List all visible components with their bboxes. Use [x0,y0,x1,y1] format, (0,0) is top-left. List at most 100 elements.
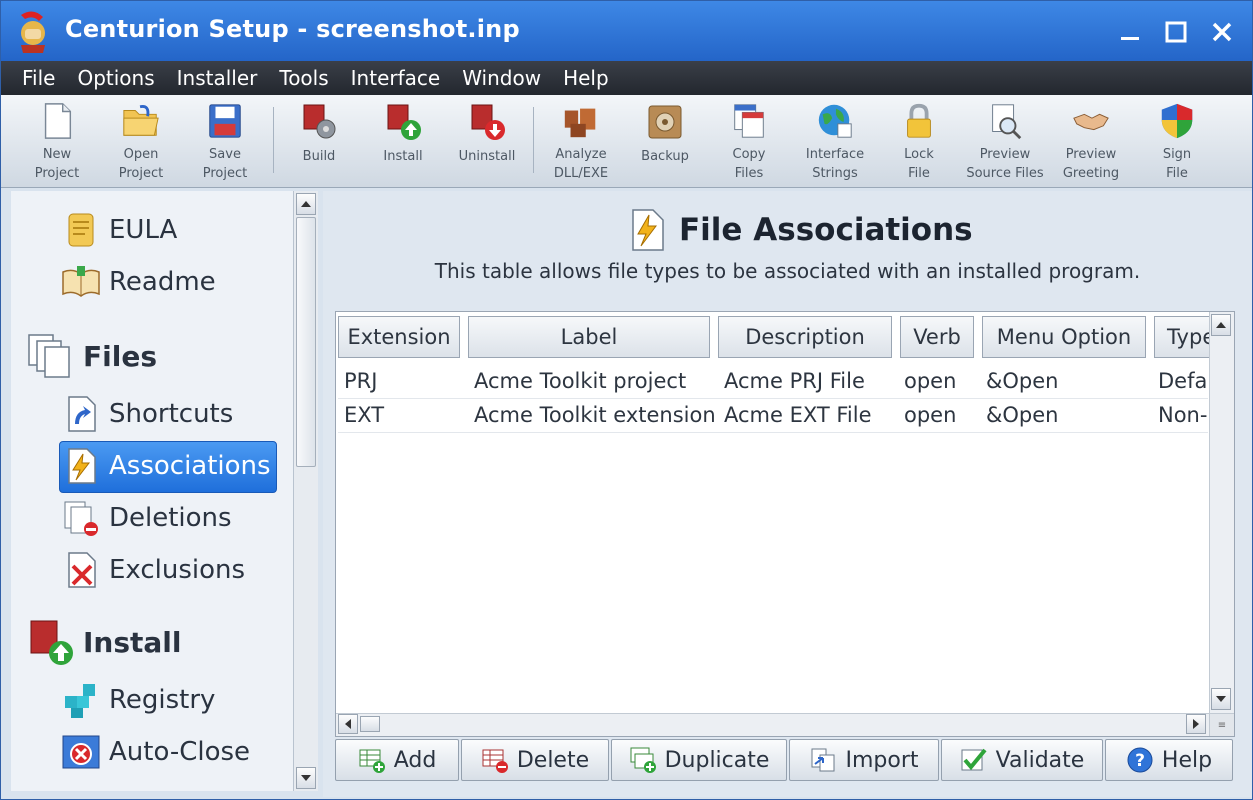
table-scroll-down-button[interactable] [1211,688,1231,710]
title-bar[interactable]: Centurion Setup - screenshot.inp [1,1,1252,61]
lock-icon [907,103,931,138]
new-project-icon [44,103,72,139]
import-button[interactable]: Import [789,739,939,781]
menu-help[interactable]: Help [552,66,620,90]
sidebar-item-deletions[interactable]: Deletions [61,497,232,539]
toolbar: New Project Open Project Save Project Build… [1,95,1252,188]
sidebar-item-shortcuts[interactable]: Shortcuts [61,393,233,435]
backup-button[interactable]: Backup [623,99,707,183]
cell-type: Non-default [1158,403,1208,427]
sidebar-item-associations[interactable]: Associations [61,445,271,487]
preview-source-button[interactable]: Preview Source Files [963,99,1047,183]
duplicate-button[interactable]: Duplicate [611,739,787,781]
toolbar-label-line1: Preview [979,147,1031,162]
table-vertical-scrollbar[interactable] [1209,312,1234,714]
page-title-text: File Associations [679,212,973,248]
sidebar-item-autoclose[interactable]: Auto-Close [61,731,250,773]
menu-interface[interactable]: Interface [340,66,452,90]
sidebar-item-label: Readme [109,267,216,297]
column-header-menu-option[interactable]: Menu Option [982,316,1146,358]
toolbar-separator [273,107,274,173]
sidebar-section-label: Install [83,625,182,659]
open-project-icon [123,105,159,136]
validate-button[interactable]: Validate [941,739,1103,781]
minimize-icon [1121,37,1139,40]
help-button-label: Help [1161,747,1213,773]
help-icon: ? [1127,747,1153,773]
close-button[interactable] [1205,15,1239,49]
maximize-button[interactable] [1159,15,1193,49]
shield-icon [1161,103,1193,139]
toolbar-label-line1: Lock [904,147,934,162]
toolbar-label-line1: Analyze [555,147,607,162]
open-project-button[interactable]: Open Project [99,99,183,183]
sidebar-scrollbar[interactable] [293,191,318,791]
sidebar-item-registry[interactable]: Registry [61,679,215,721]
toolbar-label-line2: Source Files [966,166,1044,181]
menu-installer[interactable]: Installer [166,66,269,90]
import-button-label: Import [845,747,919,773]
copy-files-button[interactable]: Copy Files [707,99,791,183]
column-header-type[interactable]: Type [1154,316,1210,358]
sidebar-item-eula[interactable]: EULA [61,209,177,251]
scroll-down-button[interactable] [296,767,316,789]
menu-options[interactable]: Options [66,66,165,90]
help-button[interactable]: ? Help [1105,739,1233,781]
build-button[interactable]: Build [277,99,361,183]
add-button[interactable]: Add [335,739,459,781]
import-icon [811,748,835,772]
exclusion-icon [68,552,96,588]
scroll-thumb[interactable] [296,217,316,467]
sidebar-section-label: Files [83,339,157,373]
toolbar-label-line2: File [1166,166,1188,181]
scroll-up-button[interactable] [296,193,316,215]
sidebar-item-label: EULA [109,215,178,245]
menu-window[interactable]: Window [451,66,552,90]
toolbar-label-line2: DLL/EXE [553,166,609,181]
uninstall-button[interactable]: Uninstall [445,99,529,183]
menu-file[interactable]: File [11,66,66,90]
analyze-button[interactable]: Analyze DLL/EXE [539,99,623,183]
table-row[interactable]: EXT Acme Toolkit extension Acme EXT File… [338,398,1208,433]
chevron-down-icon [1216,696,1226,702]
page-title: File Associations [627,205,973,255]
sidebar-item-exclusions[interactable]: Exclusions [61,549,245,591]
cell-extension: EXT [344,403,385,427]
table-scroll-up-button[interactable] [1211,314,1231,336]
sidebar-item-readme[interactable]: Readme [61,261,216,303]
chevron-up-icon [301,201,311,207]
build-icon [303,104,336,139]
delete-button[interactable]: Delete [461,739,609,781]
table-scroll-left-button[interactable] [338,714,358,734]
table-hscroll-thumb[interactable] [360,716,380,732]
window-title: Centurion Setup - screenshot.inp [65,15,520,43]
sidebar-item-label: Deletions [109,503,232,533]
column-header-extension[interactable]: Extension [338,316,460,358]
table-scroll-right-button[interactable] [1186,714,1206,734]
column-header-verb[interactable]: Verb [900,316,974,358]
sign-file-button[interactable]: Sign File [1135,99,1219,183]
column-header-description[interactable]: Description [718,316,892,358]
preview-greeting-button[interactable]: Preview Greeting [1049,99,1133,183]
chevron-down-icon [301,775,311,781]
centurion-helmet-icon[interactable] [13,9,53,53]
install-button[interactable]: Install [361,99,445,183]
toolbar-label-line1: Open [123,147,159,162]
column-header-label[interactable]: Label [468,316,710,358]
table-horizontal-scrollbar[interactable] [336,713,1210,736]
interface-strings-button[interactable]: Interface Strings [793,99,877,183]
new-project-button[interactable]: New Project [15,99,99,183]
table-row[interactable]: PRJ Acme Toolkit project Acme PRJ File o… [338,364,1208,399]
sidebar-item-label: Registry [109,685,216,715]
toolbar-label-line1: New [42,147,72,162]
minimize-button[interactable] [1113,15,1147,49]
page-description: This table allows file types to be assoc… [434,259,1141,283]
sidebar-section-install[interactable]: Install [25,617,182,667]
resize-grip-icon[interactable]: ≡ [1209,713,1234,736]
lock-file-button[interactable]: Lock File [877,99,961,183]
sidebar-section-files[interactable]: Files [25,331,157,381]
cell-label: Acme Toolkit project [474,369,687,393]
menu-tools[interactable]: Tools [268,66,339,90]
save-project-button[interactable]: Save Project [183,99,267,183]
sidebar: EULA Readme Files Shortcuts Associations… [11,191,293,791]
